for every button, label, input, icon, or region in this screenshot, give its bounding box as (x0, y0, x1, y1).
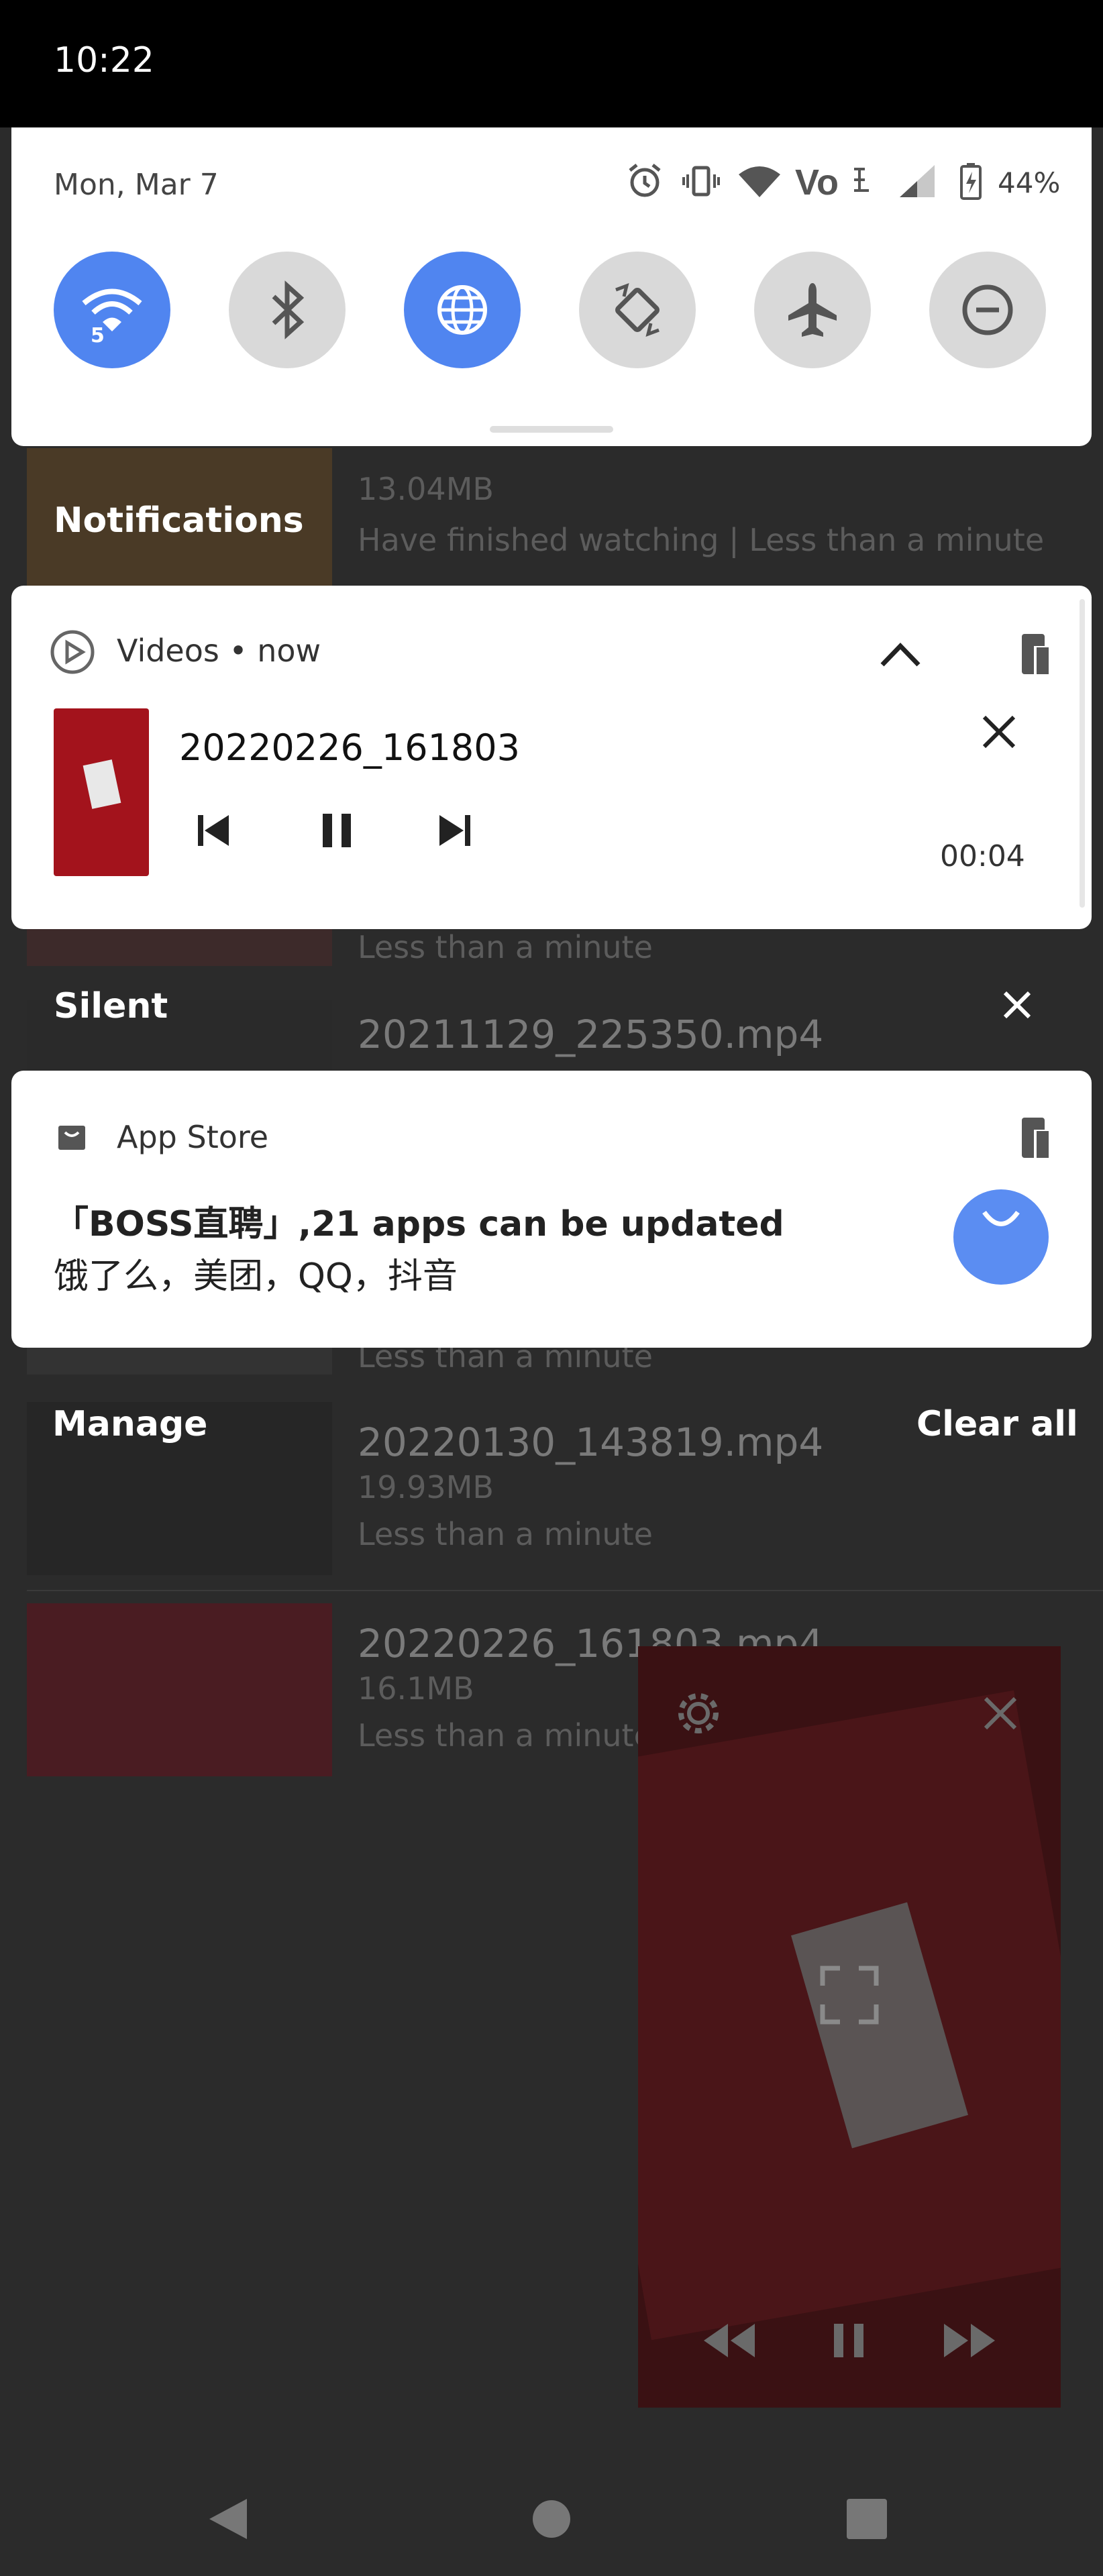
tile-airplane[interactable] (754, 252, 871, 368)
tile-wifi[interactable]: 5 (54, 252, 170, 368)
video-thumbnail (27, 929, 332, 966)
bluetooth-icon (272, 280, 305, 339)
collapse-chevron-icon[interactable] (877, 633, 924, 673)
airplane-icon (788, 283, 837, 337)
home-icon[interactable] (525, 2492, 578, 2546)
status-bar: 10:22 (0, 0, 1103, 127)
alarm-icon (629, 164, 661, 197)
app-store-logo-icon (953, 1189, 1049, 1285)
separator-dot: • (229, 633, 258, 669)
wifi-icon: 5 (82, 288, 142, 343)
app-name: Videos (117, 633, 219, 669)
rotate-icon (615, 282, 660, 337)
drag-handle[interactable] (490, 426, 613, 433)
video-meta: Have finished watching | Less than a min… (358, 522, 1045, 558)
dnd-icon (962, 284, 1013, 335)
svg-text:Vo: Vo (795, 162, 839, 200)
rewind-icon[interactable] (698, 2317, 759, 2364)
back-icon[interactable] (201, 2492, 255, 2546)
clock: 10:22 (54, 40, 154, 80)
battery-percent: 44% (998, 166, 1061, 199)
navigation-bar (0, 2452, 1103, 2576)
volte-icon: Vo (795, 162, 869, 200)
media-notification[interactable]: Videos • now 20220226_161803 00:04 (11, 586, 1092, 929)
tile-auto-rotate[interactable] (579, 252, 696, 368)
app-store-notification[interactable]: App Store 「BOSS直聘」,21 apps can be update… (11, 1071, 1092, 1348)
battery-icon (960, 163, 982, 200)
tile-dnd[interactable] (929, 252, 1046, 368)
vibrate-icon (682, 166, 720, 197)
scrollbar[interactable] (1080, 599, 1085, 908)
silent-header: Silent (54, 986, 168, 1026)
signal-icon (900, 165, 935, 197)
manage-button[interactable]: Manage (52, 1404, 207, 1444)
pip-player[interactable] (638, 1646, 1061, 2408)
notification-header: Videos • now (117, 633, 321, 669)
close-icon[interactable] (1000, 987, 1035, 1022)
elapsed-time: 00:04 (940, 839, 1025, 873)
wifi-badge: 5 (91, 324, 105, 343)
quick-settings-panel: Mon, Mar 7 Vo 44% 5 (11, 127, 1092, 446)
pause-icon[interactable] (826, 2317, 873, 2364)
app-store-icon (58, 1126, 85, 1150)
media-title: 20220226_161803 (179, 727, 520, 769)
settings-gear-icon[interactable] (672, 1686, 725, 1740)
clear-all-button[interactable]: Clear all (916, 1404, 1078, 1444)
media-thumbnail (54, 708, 149, 876)
video-size: 19.93MB (358, 1469, 494, 1505)
video-thumbnail (27, 1603, 332, 1776)
divider (27, 1590, 1103, 1591)
phone-icon[interactable] (1018, 633, 1051, 676)
tile-data[interactable] (404, 252, 521, 368)
video-title: 20220130_143819.mp4 (358, 1419, 824, 1465)
video-size: 16.1MB (358, 1670, 474, 1707)
wifi-icon (739, 166, 780, 197)
date-label: Mon, Mar 7 (54, 168, 219, 202)
next-icon[interactable] (431, 807, 478, 854)
video-meta: Less than a minute (358, 929, 653, 965)
globe-icon (437, 285, 487, 335)
fullscreen-icon[interactable] (816, 1962, 883, 2029)
video-size: 13.04MB (358, 471, 494, 507)
close-icon[interactable] (979, 712, 1019, 752)
pause-icon[interactable] (313, 807, 360, 854)
notification-title: 「BOSS直聘」,21 apps can be updated (54, 1204, 784, 1244)
video-thumbnail (27, 1348, 332, 1375)
recents-icon[interactable] (840, 2492, 894, 2546)
close-icon[interactable] (974, 1686, 1027, 1740)
play-circle-icon (50, 630, 95, 674)
video-meta: Less than a minute (358, 1516, 653, 1552)
video-row-2[interactable]: Less than a minute (27, 929, 1103, 966)
video-row-4[interactable]: Less than a minute (27, 1338, 1103, 1375)
video-title: 20211129_225350.mp4 (358, 1012, 824, 1057)
notifications-header: Notifications (54, 500, 304, 541)
previous-icon[interactable] (190, 807, 237, 854)
phone-icon[interactable] (1018, 1116, 1051, 1159)
tile-bluetooth[interactable] (229, 252, 346, 368)
notification-time: now (257, 633, 321, 669)
video-row-3[interactable]: 20211129_225350.mp4 (27, 1000, 1103, 1071)
notification-text: 饿了么，美团，QQ，抖音 (54, 1256, 458, 1297)
fast-forward-icon[interactable] (940, 2317, 1000, 2364)
app-name: App Store (117, 1119, 269, 1155)
video-meta: Less than a minute (358, 1717, 653, 1754)
